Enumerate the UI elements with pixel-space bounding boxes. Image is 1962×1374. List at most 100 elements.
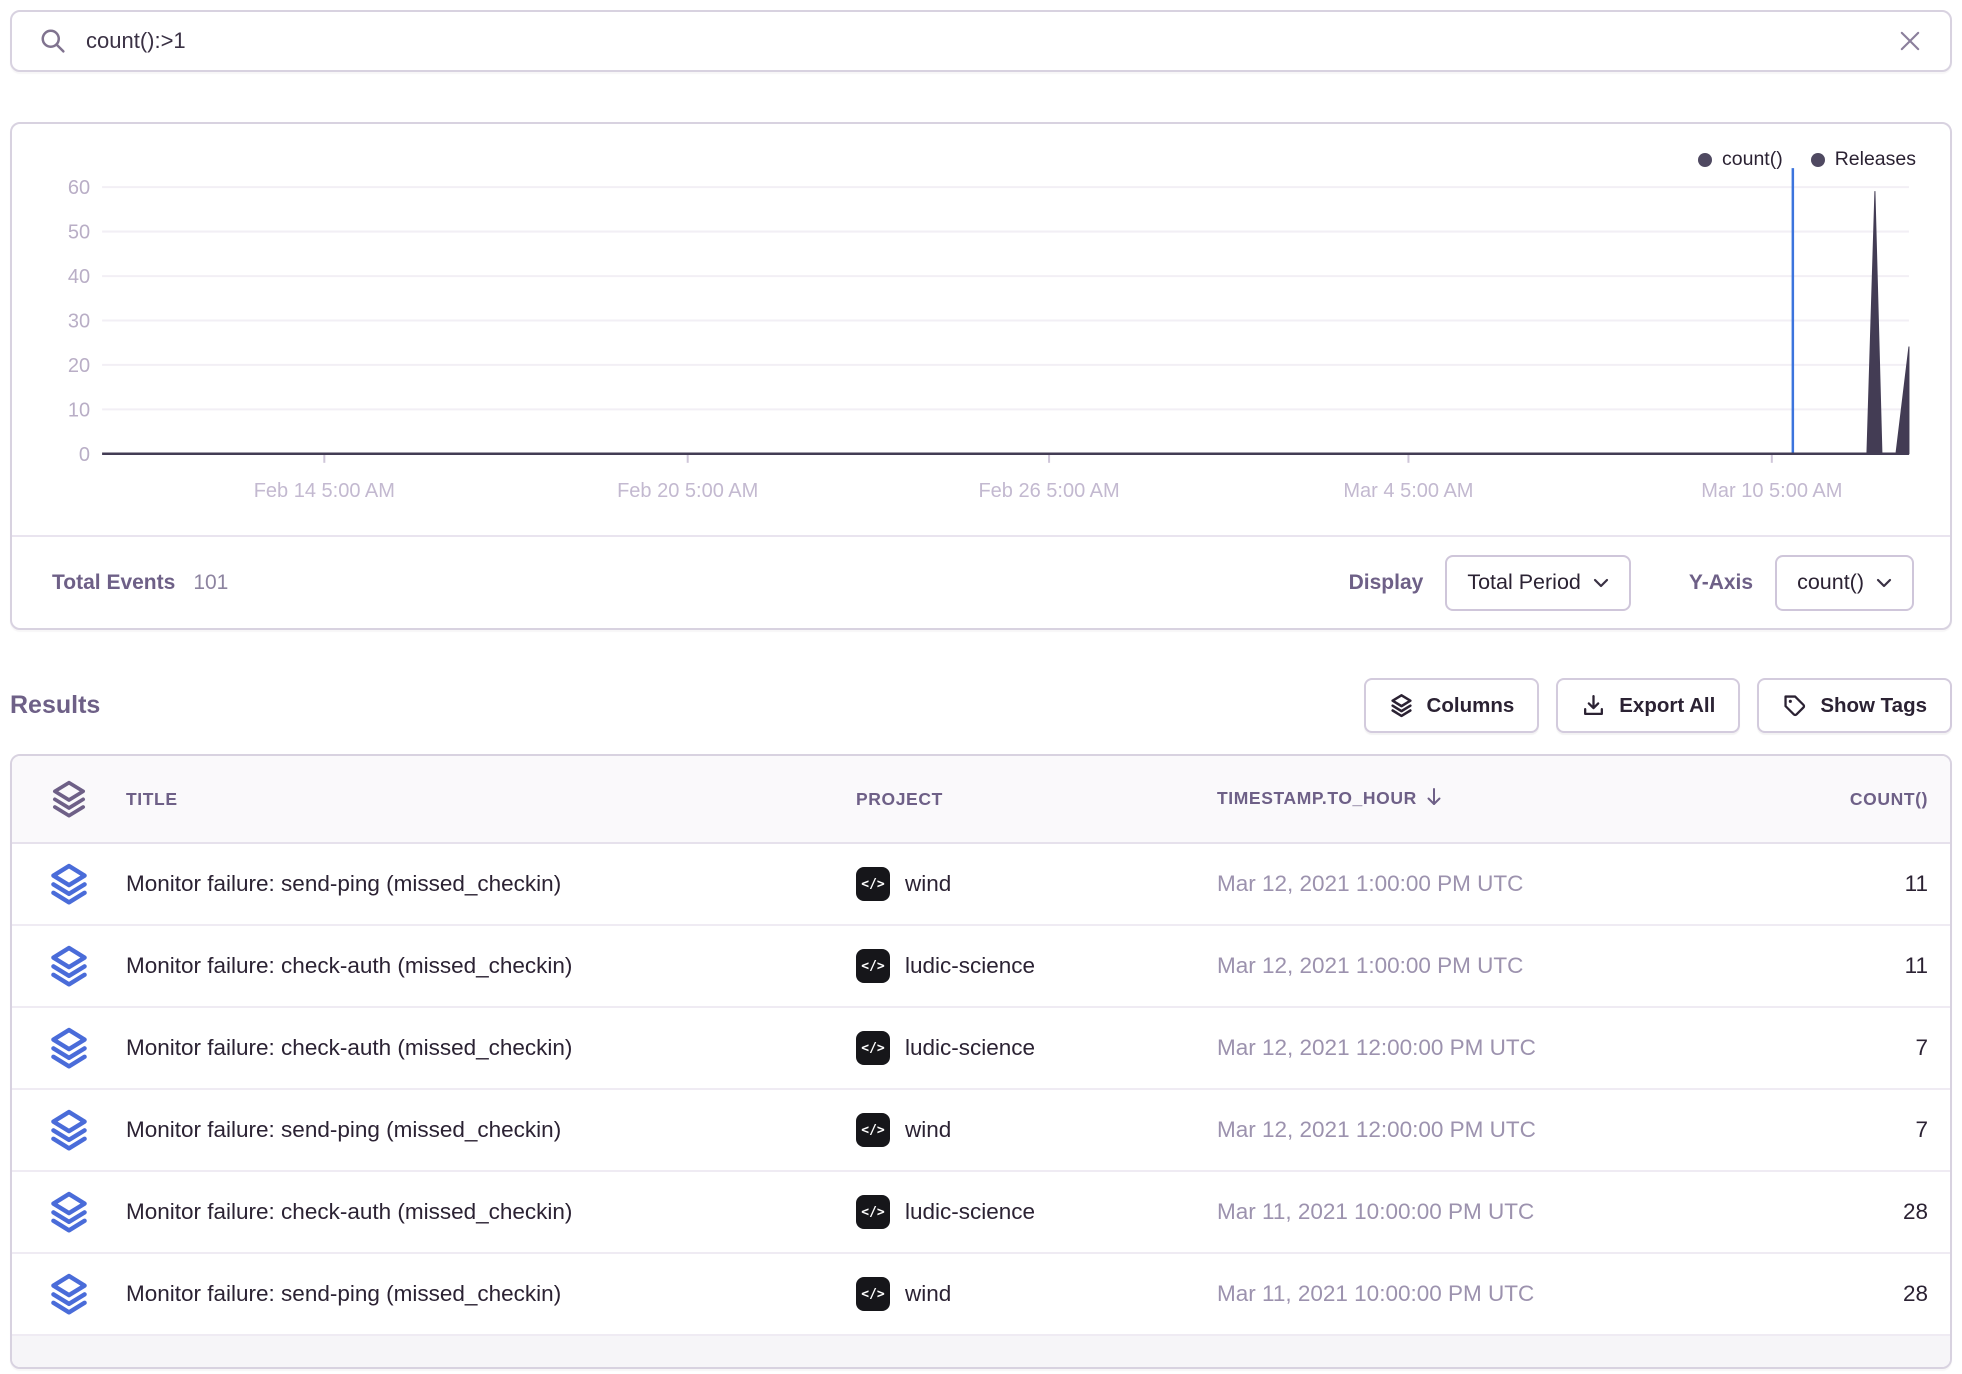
header-stack-icon-cell[interactable]: [12, 779, 126, 819]
y-tick: 10: [68, 399, 90, 421]
event-title-link[interactable]: Monitor failure: send-ping (missed_check…: [126, 1117, 856, 1143]
y-axis-dropdown[interactable]: count(): [1775, 555, 1914, 611]
column-header-title[interactable]: TITLE: [126, 789, 856, 810]
event-title-link[interactable]: Monitor failure: check-auth (missed_chec…: [126, 1035, 856, 1061]
x-tick-label: Mar 10 5:00 AM: [1701, 480, 1842, 502]
project-cell: </> ludic-science: [856, 949, 1217, 983]
count-cell: 28: [1677, 1281, 1950, 1307]
column-header-timestamp[interactable]: TIMESTAMP.TO_HOUR: [1217, 787, 1677, 812]
chart-legend: count() Releases: [1698, 148, 1916, 171]
search-icon: [38, 26, 68, 56]
y-tick: 0: [79, 444, 90, 466]
column-header-count[interactable]: COUNT(): [1677, 789, 1950, 810]
platform-code-icon: </>: [856, 867, 890, 901]
chart-footer: Total Events 101 Display Total Period Y-…: [12, 535, 1950, 628]
platform-code-icon: </>: [856, 949, 890, 983]
columns-stack-icon: [1389, 693, 1414, 718]
legend-item-count[interactable]: count(): [1698, 148, 1783, 171]
stack-icon[interactable]: [47, 944, 91, 988]
count-cell: 7: [1677, 1117, 1950, 1143]
count-cell: 11: [1677, 953, 1950, 979]
export-all-button[interactable]: Export All: [1556, 678, 1740, 733]
results-heading: Results: [10, 691, 100, 720]
event-title-link[interactable]: Monitor failure: check-auth (missed_chec…: [126, 1199, 856, 1225]
timestamp-cell: Mar 11, 2021 10:00:00 PM UTC: [1217, 1281, 1677, 1307]
total-events: Total Events 101: [52, 571, 228, 595]
y-tick: 40: [68, 266, 90, 288]
project-name: ludic-science: [905, 1199, 1035, 1225]
table-row: Monitor failure: send-ping (missed_check…: [12, 1090, 1950, 1172]
timestamp-cell: Mar 12, 2021 12:00:00 PM UTC: [1217, 1035, 1677, 1061]
event-title-link[interactable]: Monitor failure: send-ping (missed_check…: [126, 871, 856, 897]
stack-icon: [49, 779, 89, 819]
x-tick-label: Mar 4 5:00 AM: [1343, 480, 1473, 502]
project-cell: </> wind: [856, 867, 1217, 901]
project-cell: </> ludic-science: [856, 1031, 1217, 1065]
stack-icon[interactable]: [47, 1190, 91, 1234]
results-header-row: Results Columns Export All Show Tags: [10, 678, 1952, 733]
display-dropdown[interactable]: Total Period: [1445, 555, 1631, 611]
search-input[interactable]: [86, 28, 1878, 54]
show-tags-button[interactable]: Show Tags: [1757, 678, 1952, 733]
stack-icon[interactable]: [47, 862, 91, 906]
platform-code-icon: </>: [856, 1195, 890, 1229]
table-header-row: TITLE PROJECT TIMESTAMP.TO_HOUR COUNT(): [12, 756, 1950, 844]
y-tick: 60: [68, 177, 90, 199]
total-events-value: 101: [193, 571, 228, 595]
y-tick: 20: [68, 355, 90, 377]
chart-plot[interactable]: count() Releases 60 50 40 30: [12, 124, 1950, 535]
project-name: ludic-science: [905, 953, 1035, 979]
platform-code-icon: </>: [856, 1113, 890, 1147]
project-cell: </> wind: [856, 1277, 1217, 1311]
sort-descending-arrow-icon: [1425, 787, 1443, 807]
events-chart-panel: count() Releases 60 50 40 30: [10, 122, 1952, 630]
event-title-link[interactable]: Monitor failure: send-ping (missed_check…: [126, 1281, 856, 1307]
y-tick: 30: [68, 310, 90, 332]
stack-icon[interactable]: [47, 1272, 91, 1316]
project-name: wind: [905, 1117, 951, 1143]
project-cell: </> wind: [856, 1113, 1217, 1147]
count-cell: 11: [1677, 871, 1950, 897]
y-tick: 50: [68, 222, 90, 244]
download-icon: [1581, 693, 1606, 718]
project-cell: </> ludic-science: [856, 1195, 1217, 1229]
display-dropdown-value: Total Period: [1467, 570, 1581, 595]
table-row: Monitor failure: check-auth (missed_chec…: [12, 1008, 1950, 1090]
timestamp-cell: Mar 12, 2021 1:00:00 PM UTC: [1217, 953, 1677, 979]
platform-code-icon: </>: [856, 1031, 890, 1065]
count-cell: 28: [1677, 1199, 1950, 1225]
x-tick-marks: [324, 454, 1771, 463]
search-bar: [10, 10, 1952, 72]
count-series: [102, 191, 1909, 454]
stack-icon[interactable]: [47, 1108, 91, 1152]
results-table: TITLE PROJECT TIMESTAMP.TO_HOUR COUNT() …: [10, 754, 1952, 1369]
table-row: Monitor failure: check-auth (missed_chec…: [12, 1172, 1950, 1254]
y-axis-dropdown-value: count(): [1797, 570, 1864, 595]
count-series-dot-icon: [1698, 153, 1712, 167]
tag-icon: [1782, 693, 1807, 718]
project-name: ludic-science: [905, 1035, 1035, 1061]
x-tick-label: Feb 20 5:00 AM: [617, 480, 758, 502]
table-footer-strip: [12, 1336, 1950, 1367]
table-row: Monitor failure: send-ping (missed_check…: [12, 1254, 1950, 1336]
timestamp-cell: Mar 12, 2021 12:00:00 PM UTC: [1217, 1117, 1677, 1143]
display-label: Display: [1349, 571, 1424, 595]
platform-code-icon: </>: [856, 1277, 890, 1311]
timestamp-cell: Mar 11, 2021 10:00:00 PM UTC: [1217, 1199, 1677, 1225]
event-title-link[interactable]: Monitor failure: check-auth (missed_chec…: [126, 953, 856, 979]
table-row: Monitor failure: send-ping (missed_check…: [12, 844, 1950, 926]
x-tick-label: Feb 26 5:00 AM: [978, 480, 1119, 502]
clear-search-icon[interactable]: [1896, 27, 1924, 55]
legend-item-releases[interactable]: Releases: [1811, 148, 1916, 171]
project-name: wind: [905, 1281, 951, 1307]
x-tick-label: Feb 14 5:00 AM: [254, 480, 395, 502]
column-header-project[interactable]: PROJECT: [856, 789, 1217, 810]
timestamp-cell: Mar 12, 2021 1:00:00 PM UTC: [1217, 871, 1677, 897]
columns-button[interactable]: Columns: [1364, 678, 1540, 733]
total-events-label: Total Events: [52, 571, 175, 595]
chart-svg: 60 50 40 30 20 10 0 Feb 14 5:00 AM Feb 2…: [12, 124, 1950, 535]
stack-icon[interactable]: [47, 1026, 91, 1070]
chevron-down-icon: [1876, 578, 1892, 588]
table-row: Monitor failure: check-auth (missed_chec…: [12, 926, 1950, 1008]
y-axis-label: Y-Axis: [1689, 571, 1753, 595]
